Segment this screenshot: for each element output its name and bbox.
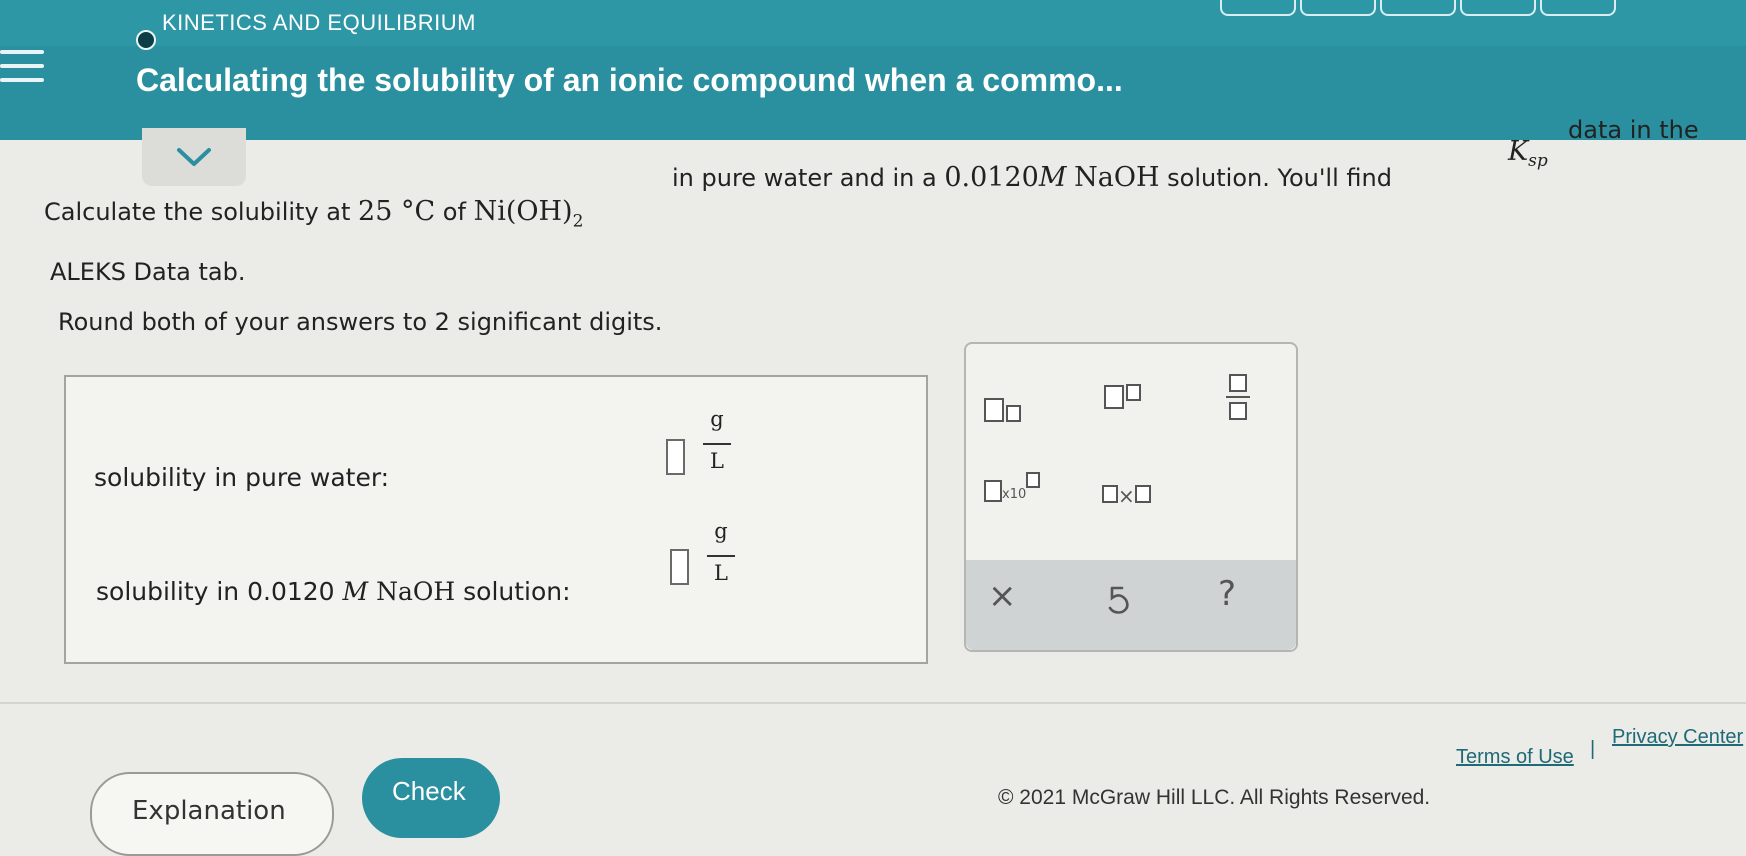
answer-label-naoh-pre: solubility in 0.0120 xyxy=(96,577,335,606)
terms-of-use-link[interactable]: Terms of Use xyxy=(1456,746,1574,769)
copyright-text: © 2021 McGraw Hill LLC. All Rights Reser… xyxy=(998,786,1431,809)
subscript-tool-button[interactable] xyxy=(984,398,1021,428)
undo-icon[interactable] xyxy=(1104,584,1132,622)
question-tail-2: data in the xyxy=(1568,116,1699,144)
unit-denominator-2: L xyxy=(714,561,728,585)
ksp-symbol: Ksp xyxy=(1508,136,1548,171)
answer-label-naoh-reagent: NaOH xyxy=(376,577,456,606)
ksp-subscript: sp xyxy=(1528,150,1548,171)
concentration-unit: M xyxy=(1038,162,1067,193)
multiply-tool-button[interactable]: × xyxy=(1102,484,1151,508)
answer-input-naoh[interactable] xyxy=(670,549,689,585)
answer-label-naoh: solubility in 0.0120 M NaOH solution: xyxy=(96,577,571,606)
check-button[interactable]: Check xyxy=(362,758,500,838)
explanation-label: Explanation xyxy=(132,796,286,826)
temperature-value: 25 °C xyxy=(358,196,436,227)
compound-base: Ni(OH) xyxy=(473,196,573,227)
answer-label-naoh-unit: M xyxy=(342,577,369,606)
privacy-center-link[interactable]: Privacy Center xyxy=(1612,726,1743,749)
compound-subscript: 2 xyxy=(572,211,584,232)
answer-panel: solubility in pure water: g L solubility… xyxy=(64,375,928,664)
question-line-1b: in pure water and in a 0.0120M NaOH solu… xyxy=(672,162,1392,193)
answer-label-pure-water: solubility in pure water: xyxy=(94,463,390,492)
explanation-button[interactable]: Explanation xyxy=(90,772,334,856)
unit-numerator-1: g xyxy=(710,407,724,431)
answer-label-naoh-post: solution: xyxy=(463,577,571,606)
fraction-tool-button[interactable] xyxy=(1226,374,1250,420)
question-line-2: ALEKS Data tab. xyxy=(50,258,246,286)
reagent-formula: NaOH xyxy=(1074,162,1160,193)
compound-formula: Ni(OH)2 xyxy=(473,196,584,231)
progress-indicator xyxy=(1220,0,1740,18)
chevron-down-icon xyxy=(177,148,211,166)
ksp-base: K xyxy=(1508,136,1529,167)
answer-input-pure-water[interactable] xyxy=(666,439,685,475)
help-icon[interactable]: ? xyxy=(1218,574,1236,614)
times-label: × xyxy=(1118,484,1135,508)
footer-separator: | xyxy=(1590,738,1596,760)
x10-label: x10 xyxy=(1002,487,1027,502)
menu-icon[interactable] xyxy=(0,50,46,90)
check-label: Check xyxy=(392,776,466,806)
question-line-3: Round both of your answers to 2 signific… xyxy=(58,308,663,336)
collapse-button[interactable] xyxy=(142,128,246,186)
topic-status-icon xyxy=(136,30,156,50)
clear-icon[interactable]: × xyxy=(988,576,1017,616)
header-bar: KINETICS AND EQUILIBRIUM Calculating the… xyxy=(0,0,1746,140)
question-tail: solution. You'll find xyxy=(1167,164,1392,192)
topic-label: KINETICS AND EQUILIBRIUM xyxy=(162,10,476,35)
tool-actions-bar: × ? xyxy=(966,560,1296,650)
scientific-notation-tool-button[interactable]: x10 xyxy=(984,472,1041,502)
footer-divider xyxy=(0,702,1746,704)
page-title: Calculating the solubility of an ionic c… xyxy=(136,62,1123,98)
question-mid: in pure water and in a xyxy=(672,164,937,192)
unit-numerator-2: g xyxy=(714,519,728,543)
superscript-tool-button[interactable] xyxy=(1104,384,1141,409)
question-of: of xyxy=(442,198,466,226)
concentration-value: 0.0120 xyxy=(944,162,1039,193)
math-tool-panel: x10 × × ? xyxy=(964,342,1298,652)
question-line-1: Calculate the solubility at 25 °C of Ni(… xyxy=(44,196,583,231)
unit-fraction-bar-2 xyxy=(707,555,735,557)
unit-fraction-bar-1 xyxy=(703,443,731,445)
question-intro: Calculate the solubility at xyxy=(44,198,351,226)
unit-denominator-1: L xyxy=(710,449,724,473)
